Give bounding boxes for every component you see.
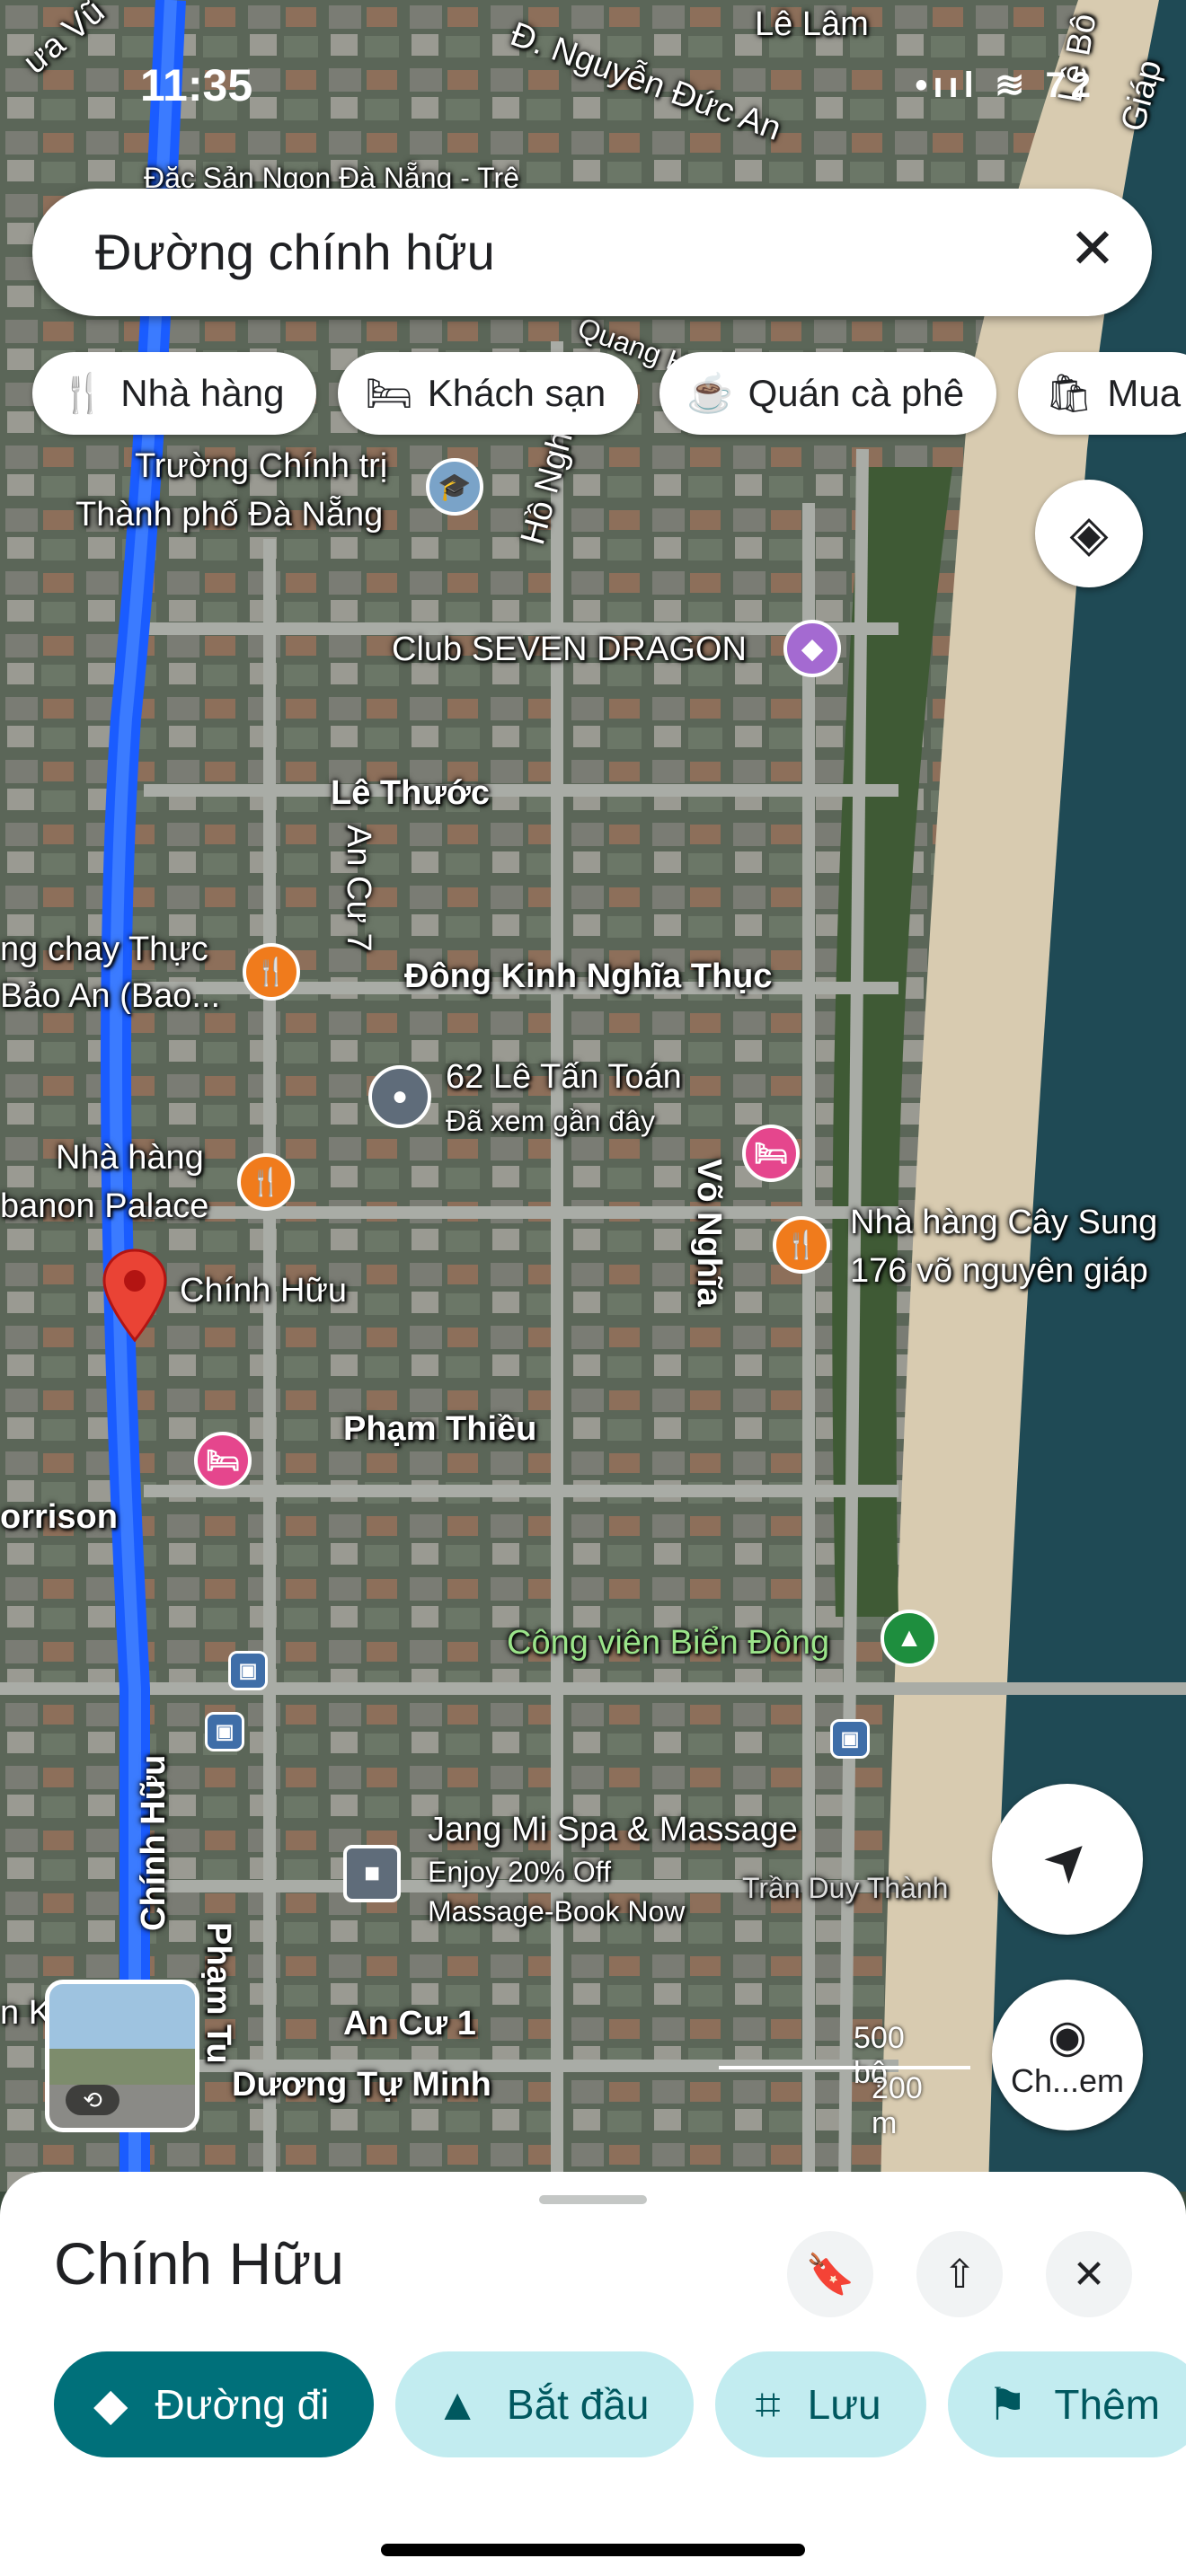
- cay-sung-label-line1[interactable]: Nhà hàng Cây Sung: [850, 1204, 1157, 1243]
- rotate-360-icon: ⟲: [66, 2085, 119, 2115]
- directions-icon: ◆: [93, 2379, 128, 2430]
- le-tan-toan-label[interactable]: 62 Lê Tấn Toán: [446, 1058, 682, 1098]
- map-label-vo-nghia: Võ Nghĩa: [690, 1159, 728, 1307]
- search-query[interactable]: Đường chính hữu: [95, 223, 495, 281]
- veg-label-line2[interactable]: Bảo An (Bao...: [0, 977, 220, 1017]
- action-label: Lưu: [807, 2381, 881, 2428]
- spa-ad-line1[interactable]: Enjoy 20% Off: [428, 1856, 611, 1889]
- park-pin-icon[interactable]: ▲: [881, 1610, 938, 1667]
- cay-sung-label-line2[interactable]: 176 võ nguyên giáp: [850, 1252, 1148, 1292]
- directions-button[interactable]: ◆ Đường đi: [54, 2351, 375, 2457]
- status-bar: 11:35 •ııl ≋ 72: [0, 0, 1186, 110]
- action-label: Bắt đầu: [506, 2381, 650, 2428]
- lens-button[interactable]: ◉ Ch...em: [992, 1980, 1143, 2130]
- restaurant-icon: 🍴: [59, 371, 107, 414]
- place-bottom-sheet[interactable]: Chính Hữu 🔖 ⇧ ✕ ◆ Đường đi ▲ Bắt đầu ⌗ Lưu …: [0, 2172, 1186, 2576]
- chip-hotels[interactable]: 🛏 Khách sạn: [338, 352, 639, 435]
- layers-icon: ◈: [1069, 505, 1109, 561]
- share-button[interactable]: ⇧: [916, 2231, 1003, 2317]
- recent-place-pin-icon[interactable]: ●: [368, 1065, 431, 1128]
- club-label[interactable]: Club SEVEN DRAGON: [392, 631, 747, 670]
- chip-coffee[interactable]: ☕ Quán cà phê: [659, 352, 997, 435]
- category-chips: 🍴 Nhà hàng 🛏 Khách sạn ☕ Quán cà phê 🛍 Mua: [32, 352, 1186, 438]
- save-bookmark-button[interactable]: 🔖: [787, 2231, 873, 2317]
- restaurant-pin-icon[interactable]: 🍴: [243, 943, 300, 1001]
- recently-viewed-label: Đã xem gần đây: [446, 1105, 656, 1137]
- chip-label: Khách sạn: [427, 372, 606, 414]
- more-button[interactable]: ⚑ Thêm: [947, 2351, 1186, 2457]
- flag-icon: ⚑: [987, 2379, 1028, 2430]
- restaurant-pin-icon[interactable]: 🍴: [773, 1216, 830, 1274]
- status-time: 11:35: [140, 60, 253, 110]
- hotel-pin-icon[interactable]: 🛏: [742, 1125, 800, 1182]
- club-icon[interactable]: ◆: [783, 620, 841, 677]
- veg-label-line1[interactable]: ng chay Thực: [0, 931, 208, 970]
- status-icons: •ııl ≋ 72: [915, 66, 1096, 105]
- share-icon: ⇧: [943, 2252, 977, 2297]
- shopping-icon: 🛍: [1045, 371, 1093, 414]
- lebanon-label-line1[interactable]: Nhà hàng: [56, 1139, 204, 1178]
- lebanon-label-line2[interactable]: banon Palace: [0, 1187, 208, 1227]
- lens-label: Ch...em: [1010, 2062, 1125, 2099]
- park-label[interactable]: Công viên Biển Đông: [507, 1624, 829, 1663]
- chip-shopping[interactable]: 🛍 Mua: [1018, 352, 1186, 435]
- scale-m-label: 200 m: [872, 2071, 923, 2140]
- my-location-button[interactable]: ➤: [992, 1784, 1143, 1935]
- sheet-drag-handle[interactable]: [539, 2195, 647, 2204]
- map-label-duong-tu-minh: Dương Tự Minh: [232, 2066, 491, 2104]
- action-label: Thêm: [1054, 2381, 1161, 2428]
- hotel-icon: 🛏: [365, 371, 413, 414]
- map-label-pham-tu: Phạm Tu: [199, 1922, 237, 2064]
- chip-label: Quán cà phê: [748, 372, 965, 414]
- navigation-arrow-icon: ➤: [1030, 1822, 1105, 1897]
- action-buttons: ◆ Đường đi ▲ Bắt đầu ⌗ Lưu ⚑ Thêm: [54, 2351, 1186, 2457]
- navigation-icon: ▲: [435, 2379, 480, 2430]
- home-indicator[interactable]: [381, 2544, 805, 2556]
- street-view-thumbnail[interactable]: ⟲: [45, 1980, 199, 2132]
- action-label: Đường đi: [155, 2381, 330, 2428]
- morrison-label[interactable]: orrison: [0, 1498, 118, 1538]
- map-label-left-edge: n K: [0, 1994, 52, 2032]
- bus-stop-icon[interactable]: ▣: [205, 1712, 244, 1751]
- bus-stop-icon[interactable]: ▣: [830, 1719, 870, 1759]
- coffee-icon: ☕: [686, 371, 734, 414]
- close-icon[interactable]: ✕: [1069, 216, 1116, 281]
- hotel-pin-icon[interactable]: 🛏: [194, 1432, 252, 1489]
- spa-label[interactable]: Jang Mi Spa & Massage: [428, 1811, 798, 1850]
- map-label-an-cu-1: An Cư 1: [343, 2005, 476, 2042]
- chip-restaurants[interactable]: 🍴 Nhà hàng: [32, 352, 317, 435]
- tran-duy-thanh-label: Trần Duy Thành: [742, 1872, 949, 1904]
- search-bar[interactable]: Đường chính hữu ✕: [32, 189, 1152, 316]
- bookmark-icon: ⌗: [755, 2378, 781, 2430]
- start-button[interactable]: ▲ Bắt đầu: [395, 2351, 695, 2457]
- bus-stop-icon[interactable]: ▣: [228, 1651, 268, 1690]
- camera-search-icon: ◉: [1048, 2011, 1087, 2061]
- chinh-huu-marker-label[interactable]: Chính Hữu: [180, 1272, 347, 1311]
- map-label-dong-kinh: Đông Kinh Nghĩa Thục: [404, 957, 773, 995]
- map-label-le-thuoc: Lê Thước: [331, 774, 490, 812]
- selected-place-marker-icon[interactable]: [101, 1247, 169, 1345]
- map-label-an-cu-7: An Cư 7: [340, 825, 377, 952]
- close-sheet-button[interactable]: ✕: [1046, 2231, 1132, 2317]
- close-icon: ✕: [1072, 2252, 1106, 2297]
- ad-place-icon[interactable]: ■: [343, 1845, 401, 1902]
- layers-button[interactable]: ◈: [1035, 480, 1143, 587]
- spa-ad-line2[interactable]: Massage-Book Now: [428, 1895, 685, 1928]
- school-label-line2[interactable]: Thành phố Đà Nẵng: [75, 496, 383, 535]
- place-title: Chính Hữu: [54, 2230, 345, 2297]
- map-label-chinh-huu-road: Chính Hữu: [135, 1754, 173, 1931]
- school-label-line1[interactable]: Trường Chính trị: [135, 447, 387, 487]
- chip-label: Mua: [1107, 372, 1182, 414]
- bookmark-icon: 🔖: [805, 2253, 855, 2297]
- restaurant-pin-icon[interactable]: 🍴: [237, 1153, 295, 1211]
- chip-label: Nhà hàng: [120, 372, 285, 414]
- map-label-pham-thieu: Phạm Thiều: [343, 1410, 537, 1448]
- school-icon[interactable]: 🎓: [426, 458, 483, 516]
- save-button[interactable]: ⌗ Lưu: [715, 2351, 926, 2457]
